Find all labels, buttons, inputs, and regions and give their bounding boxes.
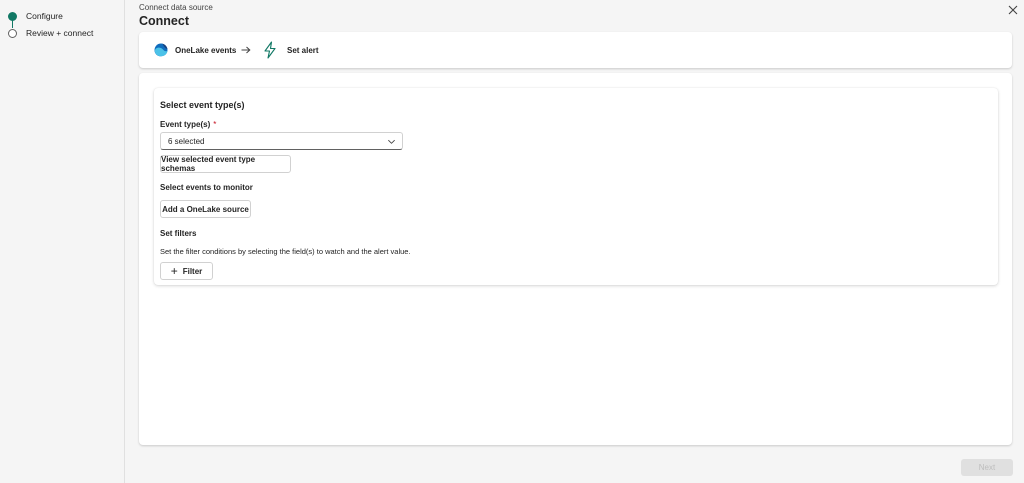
required-marker: * [213, 120, 217, 129]
dropdown-value: 6 selected [168, 136, 205, 146]
step-active-indicator [8, 11, 17, 21]
event-config-card: Select event type(s) Event type(s) * 6 se… [154, 88, 998, 285]
event-section-title: Select event type(s) [160, 100, 245, 110]
view-schemas-button[interactable]: View selected event type schemas [160, 155, 291, 173]
event-types-label: Event type(s) * [160, 120, 216, 129]
event-types-dropdown[interactable]: 6 selected [160, 132, 403, 150]
monitor-section-title: Select events to monitor [160, 183, 253, 192]
wizard-step-label: Configure [26, 11, 63, 21]
flow-summary-card: OneLake events Set alert [139, 32, 1012, 68]
add-onelake-source-button[interactable]: Add a OneLake source [160, 200, 251, 218]
close-icon[interactable] [1007, 4, 1019, 16]
main-panel: Connect data source Connect OneLake even… [126, 0, 1024, 483]
step-pending-indicator [8, 28, 17, 38]
chevron-down-icon [388, 139, 395, 144]
next-button[interactable]: Next [961, 459, 1013, 476]
step-connector [12, 20, 13, 28]
plus-icon: + [170, 264, 178, 278]
breadcrumb: Connect data source [139, 3, 213, 12]
arrow-right-icon [241, 46, 251, 54]
wizard-step-configure[interactable]: Configure [8, 11, 63, 21]
flow-target-label: Set alert [287, 45, 319, 55]
wizard-sidebar: Configure Review + connect [0, 0, 125, 483]
filters-help-text: Set the filter conditions by selecting t… [160, 247, 411, 256]
filter-button-label: Filter [182, 266, 203, 276]
wizard-step-label: Review + connect [26, 28, 94, 38]
filters-section-title: Set filters [160, 229, 197, 238]
flow-source: OneLake events [153, 32, 236, 68]
onelake-icon [154, 43, 168, 57]
page-title: Connect [139, 14, 189, 28]
add-filter-button[interactable]: + Filter [160, 262, 213, 280]
event-types-label-text: Event type(s) [160, 120, 211, 129]
flow-source-label: OneLake events [175, 45, 237, 55]
lightning-icon [264, 41, 276, 59]
wizard-step-review-connect[interactable]: Review + connect [8, 28, 93, 38]
flow-target: Set alert [263, 32, 319, 68]
content-card: Select event type(s) Event type(s) * 6 se… [139, 73, 1012, 445]
